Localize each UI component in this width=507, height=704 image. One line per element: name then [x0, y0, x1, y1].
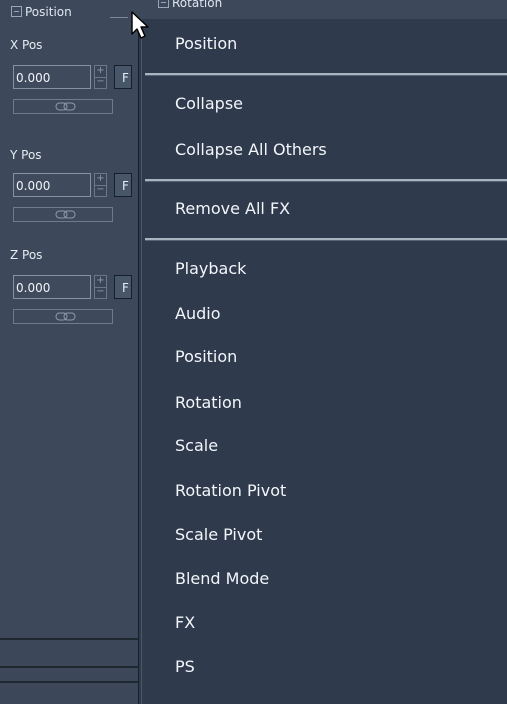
menu-item-ps[interactable]: PS — [175, 657, 195, 676]
menu-separator — [145, 73, 507, 76]
menu-item-collapse[interactable]: Collapse — [175, 94, 243, 113]
menu-separator — [145, 179, 507, 182]
collapse-minus-icon[interactable] — [11, 6, 22, 17]
rotation-group-header[interactable]: Rotation — [158, 0, 222, 11]
link-chain-icon — [55, 210, 76, 219]
menu-item-rotation[interactable]: Rotation — [175, 393, 242, 412]
panel-row — [0, 640, 140, 666]
x-pos-side-button[interactable]: F — [114, 65, 132, 89]
menu-item-position-title[interactable]: Position — [175, 34, 237, 53]
mouse-pointer-icon — [131, 11, 149, 39]
context-menu: Position Collapse Collapse All Others Re… — [138, 19, 507, 704]
z-pos-link-button[interactable] — [13, 309, 113, 324]
menu-item-rotation-pivot[interactable]: Rotation Pivot — [175, 481, 286, 500]
y-pos-label: Y Pos — [10, 148, 42, 162]
panel-row — [0, 683, 140, 704]
collapse-minus-icon[interactable] — [158, 0, 169, 8]
menu-gutter — [141, 19, 142, 704]
menu-item-position[interactable]: Position — [175, 347, 237, 366]
y-pos-input[interactable]: 0.000 — [13, 173, 91, 197]
link-chain-icon — [55, 312, 76, 321]
z-pos-input[interactable]: 0.000 — [13, 275, 91, 299]
x-pos-stepper[interactable]: + − — [94, 65, 107, 89]
menu-item-playback[interactable]: Playback — [175, 259, 246, 278]
position-group-label: Position — [25, 5, 72, 19]
panel-row — [0, 668, 140, 681]
decrement-button[interactable]: − — [95, 77, 106, 88]
x-pos-input[interactable]: 0.000 — [13, 65, 91, 89]
screen: Position Rotation X Pos 0.000 + − F Y Po… — [0, 0, 507, 704]
y-pos-link-button[interactable] — [13, 207, 113, 222]
menu-item-remove-all-fx[interactable]: Remove All FX — [175, 199, 290, 218]
z-pos-stepper[interactable]: + − — [94, 275, 107, 299]
y-pos-side-button[interactable]: F — [114, 173, 132, 197]
x-pos-link-button[interactable] — [13, 99, 113, 114]
rotation-group-label: Rotation — [172, 0, 223, 10]
menu-item-scale[interactable]: Scale — [175, 436, 218, 455]
menu-item-fx[interactable]: FX — [175, 613, 195, 632]
z-pos-label: Z Pos — [10, 248, 43, 262]
decrement-button[interactable]: − — [95, 185, 106, 196]
x-pos-label: X Pos — [10, 38, 43, 52]
menu-item-blend-mode[interactable]: Blend Mode — [175, 569, 269, 588]
group-divider — [110, 17, 128, 18]
decrement-button[interactable]: − — [95, 287, 106, 298]
z-pos-side-button[interactable]: F — [114, 275, 132, 299]
menu-item-scale-pivot[interactable]: Scale Pivot — [175, 525, 262, 544]
link-chain-icon — [55, 102, 76, 111]
menu-item-audio[interactable]: Audio — [175, 304, 220, 323]
position-group-header[interactable]: Position — [11, 4, 72, 20]
menu-separator — [145, 238, 507, 241]
menu-item-collapse-all-others[interactable]: Collapse All Others — [175, 140, 327, 159]
y-pos-stepper[interactable]: + − — [94, 173, 107, 197]
